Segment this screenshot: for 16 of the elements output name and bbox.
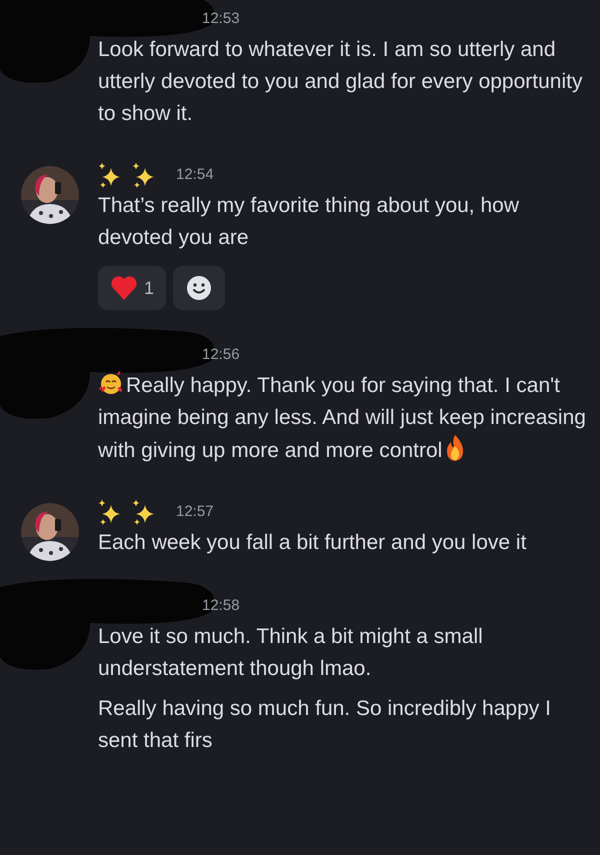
- timestamp: 12:53: [202, 8, 240, 29]
- smiling-face-icon: [98, 370, 124, 396]
- reaction-button[interactable]: 1: [98, 266, 166, 310]
- heart-icon: [110, 275, 138, 301]
- timestamp: 12:56: [202, 344, 240, 365]
- message-text: Love it so much. Think a bit might a small understatement though lmao.: [98, 624, 484, 682]
- timestamp: 12:58: [202, 596, 240, 616]
- message-text: Really having so much fun. So incredibly happy I sent that firs: [98, 696, 552, 754]
- message-text: Really happy. Thank you for saying that. I can't imagine being any less. And will just keep increasing with giving up more and more control: [98, 370, 588, 467]
- smiley-icon: [186, 275, 212, 301]
- message-text: Each week you fall a bit further and you love it: [98, 530, 528, 556]
- message-text: Look forward to whatever it is. I am so utterly and utterly devoted to you and glad for every opportunity to show it.: [98, 37, 584, 127]
- timestamp: 12:57: [176, 502, 214, 522]
- timestamp: 12:54: [176, 164, 214, 185]
- message-text: That’s really my favorite thing about you, how devoted you are: [98, 193, 520, 251]
- add-reaction-button[interactable]: [173, 266, 226, 310]
